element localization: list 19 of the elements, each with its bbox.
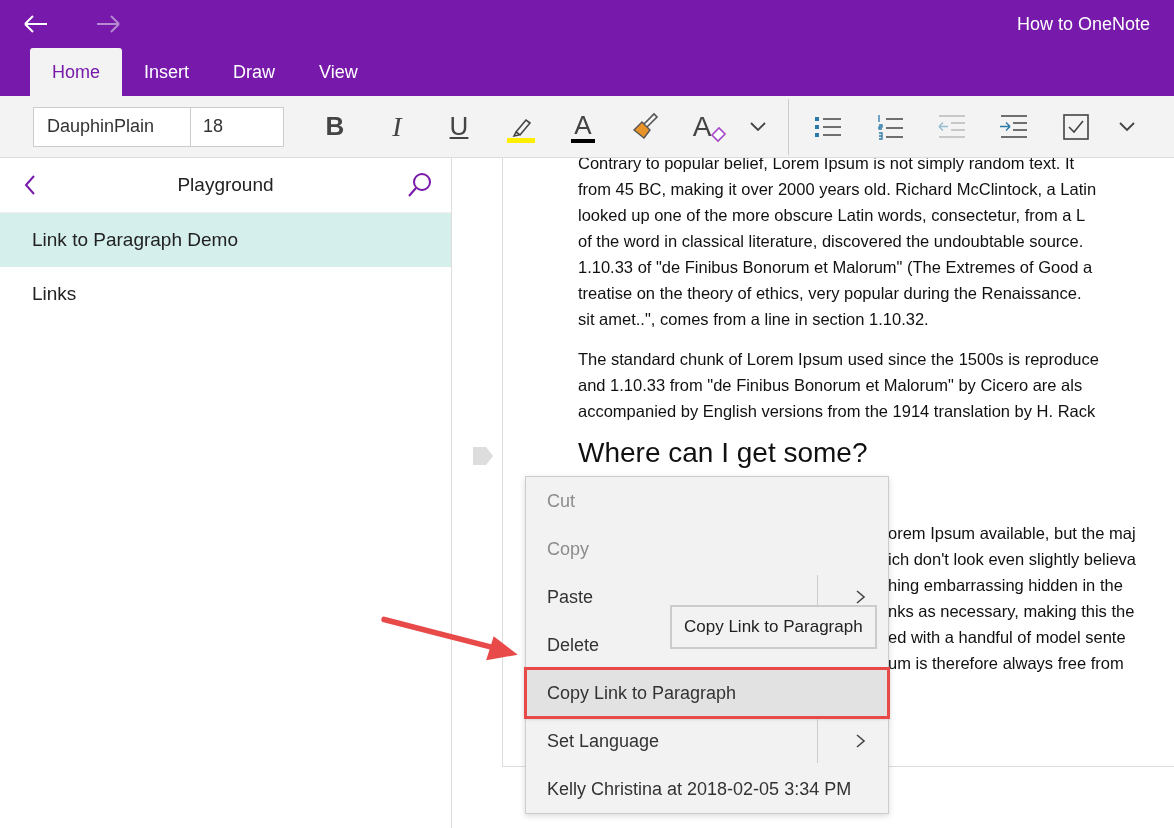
text-line: orem Ipsum available, but the maj	[888, 523, 1137, 544]
text-line: and 1.10.33 from "de Finibus Bonorum et Malorum" by Cicero are als	[578, 375, 1084, 396]
heading: Where can I get some?	[578, 437, 868, 468]
text-line: ich don't look even slightly believa	[888, 549, 1138, 570]
tooltip: Copy Link to Paragraph	[670, 605, 877, 649]
text-line: treatise on the theory of ethics, very popular during the Renaissance.	[578, 283, 1083, 304]
window-title: How to OneNote	[1016, 13, 1151, 35]
text-line: of the word in classical literature, discovered the undoubtable source.	[578, 231, 1085, 252]
section-title: Playground	[176, 174, 275, 196]
text-line: um is therefore always free from	[888, 653, 1125, 674]
text-line: accompanied by English versions from the 1914 translation by H. Rack	[578, 401, 1097, 422]
text-line: hing embarrassing hidden in the	[888, 575, 1124, 596]
text-line: from 45 BC, making it over 2000 years old. Richard McClintock, a Latin	[578, 179, 1098, 200]
text-line: looked up one of the more obscure Latin words, consectetur, from a L	[578, 205, 1087, 226]
text-line: The standard chunk of Lorem Ipsum used since the 1500s is reproduce	[578, 349, 1100, 370]
text-line: sit amet..", comes from a line in section 1.10.32.	[578, 309, 930, 330]
text-line: 1.10.33 of "de Finibus Bonorum et Malorum" (The Extremes of Good a	[578, 257, 1094, 278]
text-line: nks as necessary, making this the	[888, 601, 1136, 622]
text-line: ed with a handful of model sente	[888, 627, 1127, 648]
